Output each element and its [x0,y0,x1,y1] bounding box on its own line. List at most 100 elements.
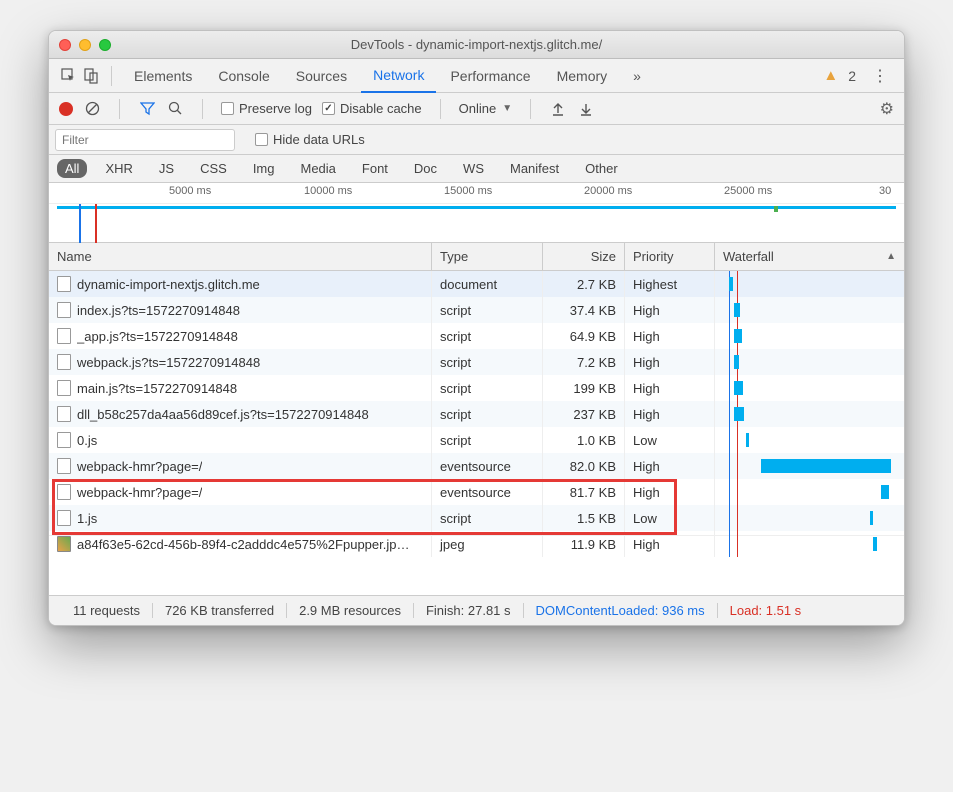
cell-type: script [432,505,543,531]
tab-more[interactable]: » [621,59,653,93]
chip-all[interactable]: All [57,159,87,178]
waterfall-bar [729,277,733,291]
cell-size: 1.5 KB [543,505,625,531]
timeline-tick: 20000 ms [584,185,632,197]
table-row[interactable]: index.js?ts=1572270914848script37.4 KBHi… [49,297,904,323]
header-priority[interactable]: Priority [625,243,715,270]
timeline-tick: 25000 ms [724,185,772,197]
clear-icon[interactable] [83,100,101,118]
timeline-overview[interactable]: 5000 ms 10000 ms 15000 ms 20000 ms 25000… [49,183,904,243]
cell-waterfall [715,349,904,375]
header-size[interactable]: Size [543,243,625,270]
chip-media[interactable]: Media [292,159,343,178]
header-waterfall[interactable]: Waterfall ▲ [715,243,904,270]
cell-size: 237 KB [543,401,625,427]
preserve-log-checkbox[interactable] [221,102,234,115]
load-marker [95,204,97,243]
waterfall-bar [734,329,742,343]
table-row[interactable]: webpack-hmr?page=/eventsource82.0 KBHigh [49,453,904,479]
request-name: index.js?ts=1572270914848 [77,303,240,318]
waterfall-bar [734,407,744,421]
chip-js[interactable]: JS [151,159,182,178]
dcl-line [729,453,730,479]
chip-ws[interactable]: WS [455,159,492,178]
cell-waterfall [715,427,904,453]
disable-cache-checkbox[interactable] [322,102,335,115]
chip-manifest[interactable]: Manifest [502,159,567,178]
table-row[interactable]: dll_b58c257da4aa56d89cef.js?ts=157227091… [49,401,904,427]
filter-bar: Hide data URLs [49,125,904,155]
cell-priority: Highest [625,271,715,297]
cell-waterfall [715,453,904,479]
request-name: main.js?ts=1572270914848 [77,381,237,396]
filter-icon[interactable] [138,100,156,118]
divider [530,99,531,119]
tab-elements[interactable]: Elements [122,59,204,93]
tab-sources[interactable]: Sources [284,59,359,93]
sort-asc-icon: ▲ [886,251,896,262]
timeline-bar [57,206,896,209]
upload-har-icon[interactable] [549,100,567,118]
chip-xhr[interactable]: XHR [97,159,140,178]
cell-type: eventsource [432,479,543,505]
cell-type: jpeg [432,531,543,557]
load-line [737,531,738,557]
close-button[interactable] [59,39,71,51]
chevron-down-icon: ▼ [502,103,512,114]
chip-doc[interactable]: Doc [406,159,445,178]
header-name[interactable]: Name [49,243,432,270]
cell-name: webpack.js?ts=1572270914848 [49,349,432,375]
cell-waterfall [715,323,904,349]
tab-network[interactable]: Network [361,59,436,93]
cell-type: script [432,401,543,427]
dcl-line [729,297,730,323]
request-name: a84f63e5-62cd-456b-89f4-c2adddc4e575%2Fp… [77,537,409,552]
header-type[interactable]: Type [432,243,543,270]
chip-css[interactable]: CSS [192,159,235,178]
status-finish: Finish: 27.81 s [414,603,524,618]
table-row[interactable]: a84f63e5-62cd-456b-89f4-c2adddc4e575%2Fp… [49,531,904,557]
record-button[interactable] [59,102,73,116]
cell-size: 199 KB [543,375,625,401]
traffic-lights [59,39,111,51]
table-row[interactable]: 0.jsscript1.0 KBLow [49,427,904,453]
kebab-menu-icon[interactable]: ⋮ [866,66,894,86]
chip-other[interactable]: Other [577,159,626,178]
cell-size: 1.0 KB [543,427,625,453]
settings-icon[interactable]: ⚙ [880,99,894,119]
tab-memory[interactable]: Memory [545,59,620,93]
divider [111,66,112,86]
table-row[interactable]: _app.js?ts=1572270914848script64.9 KBHig… [49,323,904,349]
request-table: dynamic-import-nextjs.glitch.medocument2… [49,271,904,557]
device-toggle-icon[interactable] [81,66,101,86]
tab-performance[interactable]: Performance [438,59,542,93]
inspect-icon[interactable] [59,66,79,86]
document-icon [57,276,71,292]
timeline-tick: 5000 ms [169,185,211,197]
filter-input[interactable] [55,129,235,151]
titlebar: DevTools - dynamic-import-nextjs.glitch.… [49,31,904,59]
cell-name: webpack-hmr?page=/ [49,453,432,479]
cell-type: script [432,427,543,453]
chip-font[interactable]: Font [354,159,396,178]
table-row[interactable]: 1.jsscript1.5 KBLow [49,505,904,531]
table-row[interactable]: webpack-hmr?page=/eventsource81.7 KBHigh [49,479,904,505]
minimize-button[interactable] [79,39,91,51]
cell-name: 0.js [49,427,432,453]
warning-icon[interactable]: ▲ [823,67,838,84]
load-line [737,479,738,505]
hide-data-urls-checkbox[interactable] [255,133,268,146]
table-row[interactable]: webpack.js?ts=1572270914848script7.2 KBH… [49,349,904,375]
throttling-value: Online [459,101,497,116]
throttling-select[interactable]: Online ▼ [459,101,512,116]
cell-name: main.js?ts=1572270914848 [49,375,432,401]
table-row[interactable]: dynamic-import-nextjs.glitch.medocument2… [49,271,904,297]
cell-type: document [432,271,543,297]
tab-console[interactable]: Console [206,59,281,93]
maximize-button[interactable] [99,39,111,51]
download-har-icon[interactable] [577,100,595,118]
search-icon[interactable] [166,100,184,118]
table-row[interactable]: main.js?ts=1572270914848script199 KBHigh [49,375,904,401]
status-load: Load: 1.51 s [718,603,814,618]
chip-img[interactable]: Img [245,159,283,178]
